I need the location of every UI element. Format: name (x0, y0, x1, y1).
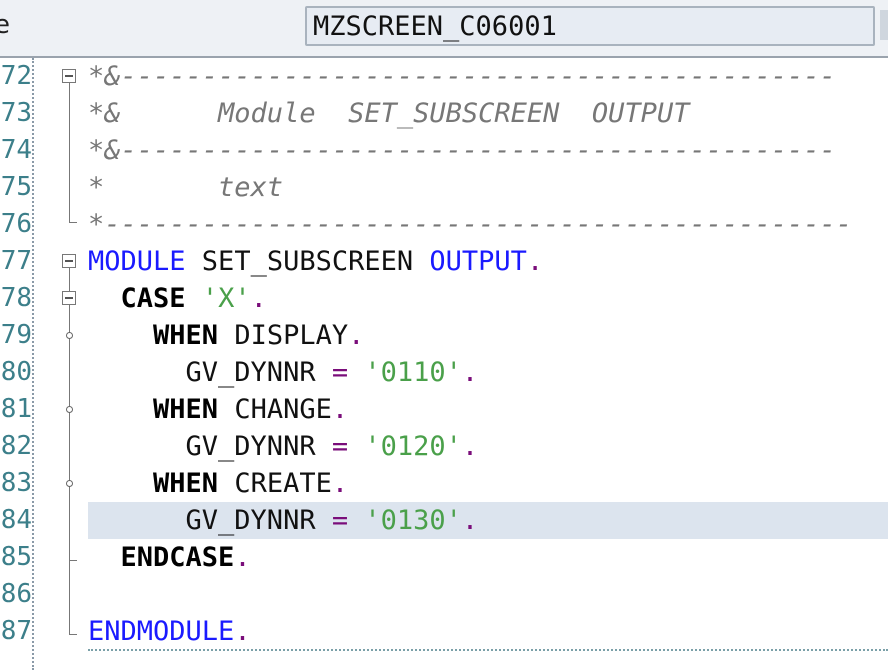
code-token: '0120' (364, 431, 462, 462)
code-token: 'X' (201, 283, 251, 314)
collapse-icon[interactable] (62, 291, 76, 305)
code-token: *---------------------------------------… (88, 209, 853, 240)
line-number: 83 (0, 468, 32, 498)
fold-end-mark (69, 634, 77, 635)
line-number: 86 (0, 579, 32, 609)
code-token: '0110' (364, 357, 462, 388)
code-token: ----------------------------------------… (120, 61, 836, 92)
code-token: CREATE (218, 468, 332, 499)
code-token: GV_DYNNR (88, 505, 332, 536)
code-token: DISPLAY (218, 320, 349, 351)
fold-guide (69, 83, 70, 222)
code-token: . (461, 505, 479, 536)
code-token: GV_DYNNR (88, 357, 332, 388)
code-token: . (461, 431, 479, 462)
code-line[interactable]: * text (88, 169, 888, 206)
code-token: '0130' (364, 505, 462, 536)
collapse-icon[interactable] (62, 254, 76, 268)
fold-end-mark (69, 560, 77, 561)
line-number: 79 (0, 320, 32, 350)
fold-guide (69, 268, 70, 634)
toolbar-edge (880, 10, 888, 40)
code-token: * text (88, 172, 284, 203)
code-line[interactable] (88, 576, 888, 613)
line-number: 81 (0, 394, 32, 424)
code-line[interactable]: *&--------------------------------------… (88, 58, 888, 95)
fold-branch-icon (66, 406, 73, 413)
code-token: CASE (120, 283, 186, 314)
code-token: . (348, 320, 365, 351)
toolbar-label: e (0, 10, 10, 40)
code-line[interactable]: *& Module SET_SUBSCREEN OUTPUT (88, 95, 888, 132)
code-token: ENDMODULE (88, 616, 235, 647)
fold-end-mark (69, 222, 77, 223)
code-token: . (234, 542, 251, 573)
line-number: 75 (0, 172, 32, 202)
code-line[interactable]: ENDMODULE. (88, 613, 888, 650)
code-token: = (331, 431, 349, 462)
fold-branch-icon (66, 480, 73, 487)
code-token: SET_SUBSCREEN (185, 246, 430, 277)
collapse-icon[interactable] (62, 69, 76, 83)
code-token: GV_DYNNR (88, 431, 332, 462)
editor-end-marker (88, 649, 888, 651)
line-number: 74 (0, 135, 32, 165)
code-token: = (331, 357, 349, 388)
code-line[interactable]: MODULE SET_SUBSCREEN OUTPUT. (88, 243, 888, 280)
line-number: 77 (0, 246, 32, 276)
code-line[interactable]: WHEN DISPLAY. (88, 317, 888, 354)
code-token: . (331, 394, 349, 425)
code-line-current[interactable]: GV_DYNNR = '0130'. (88, 502, 888, 539)
line-number: 85 (0, 542, 32, 572)
editor-toolbar: e MZSCREEN_C06001 (0, 0, 888, 58)
fold-branch-icon (66, 332, 73, 339)
line-number: 80 (0, 357, 32, 387)
code-token: . (234, 616, 251, 647)
code-line[interactable]: GV_DYNNR = '0110'. (88, 354, 888, 391)
line-number-gutter: 72 73 74 75 76 77 78 79 80 81 82 83 84 85 86 87 (0, 58, 34, 670)
program-name-field[interactable]: MZSCREEN_C06001 (305, 6, 875, 46)
code-token: *& (88, 135, 121, 166)
code-token: ENDCASE (120, 542, 235, 573)
line-number: 72 (0, 61, 32, 91)
line-number: 87 (0, 616, 32, 646)
code-line[interactable]: *---------------------------------------… (88, 206, 888, 243)
code-token: . (461, 357, 479, 388)
code-line[interactable]: ENDCASE. (88, 539, 888, 576)
code-line[interactable]: WHEN CREATE. (88, 465, 888, 502)
code-token: OUTPUT (429, 246, 527, 277)
code-token: CHANGE (218, 394, 332, 425)
code-token: WHEN (153, 468, 219, 499)
line-number: 78 (0, 283, 32, 313)
code-editor[interactable]: *&--------------------------------------… (88, 58, 888, 670)
code-line[interactable]: *&--------------------------------------… (88, 132, 888, 169)
code-line[interactable]: CASE 'X'. (88, 280, 888, 317)
code-line[interactable]: GV_DYNNR = '0120'. (88, 428, 888, 465)
code-token: WHEN (153, 394, 219, 425)
code-token: . (250, 283, 267, 314)
code-token: ----------------------------------------… (120, 135, 836, 166)
line-number: 76 (0, 209, 32, 239)
code-token: MODULE (88, 246, 186, 277)
code-token: = (331, 505, 349, 536)
code-token: *& Module SET_SUBSCREEN OUTPUT (88, 98, 690, 129)
code-line[interactable]: WHEN CHANGE. (88, 391, 888, 428)
line-number: 82 (0, 431, 32, 461)
code-token: . (331, 468, 349, 499)
code-token: WHEN (153, 320, 219, 351)
code-token: . (526, 246, 544, 277)
line-number: 73 (0, 98, 32, 128)
code-token: *& (88, 61, 121, 92)
fold-margin (52, 58, 88, 670)
line-number: 84 (0, 505, 32, 535)
